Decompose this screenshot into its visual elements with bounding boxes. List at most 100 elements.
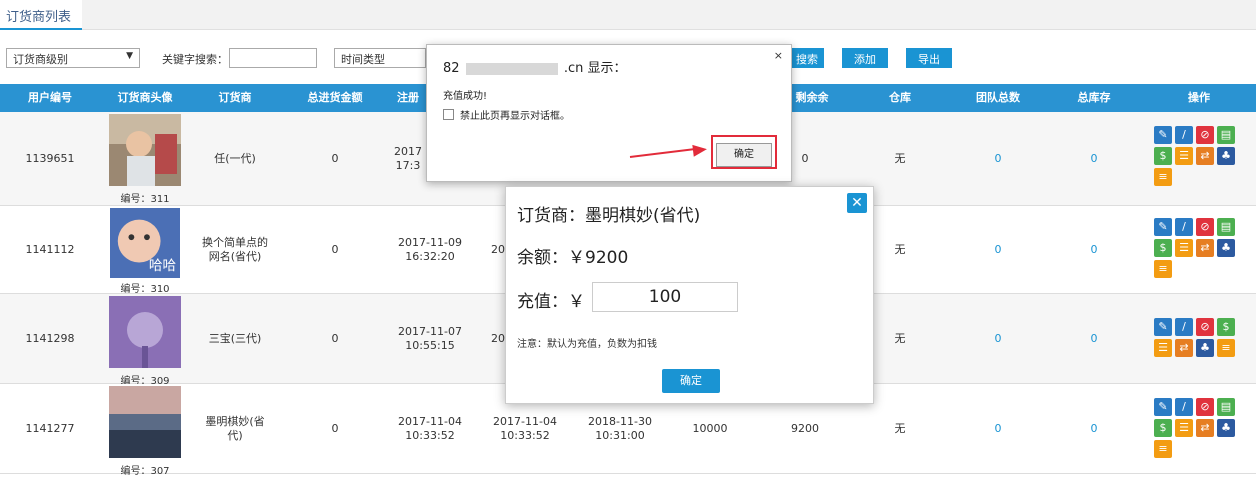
pencil-icon[interactable]: /	[1175, 398, 1193, 416]
checkbox-box[interactable]	[443, 109, 454, 120]
org-tree-icon[interactable]: ♣	[1217, 239, 1235, 257]
stock-total[interactable]: 0	[1046, 206, 1142, 294]
team-total[interactable]: 0	[950, 112, 1046, 206]
total-purchase: 0	[331, 152, 339, 166]
modal-title: 订货商：墨明棋妙(省代)	[517, 206, 701, 226]
money-icon[interactable]: $	[1154, 147, 1172, 165]
orderer-name: 换个简单点的网名(省代)	[202, 236, 268, 263]
stock-total[interactable]: 0	[1046, 294, 1142, 384]
balance-text: 余额：￥9200	[517, 248, 629, 268]
alert-origin-suffix: .cn 显示：	[563, 61, 627, 76]
money-icon[interactable]: $	[1154, 419, 1172, 437]
stock-total[interactable]: 0	[1046, 112, 1142, 206]
close-icon[interactable]: ×	[774, 49, 783, 62]
orderer-name: 任(一代)	[214, 152, 256, 166]
document-icon[interactable]: ▤	[1217, 126, 1235, 144]
tab-orderer-list[interactable]: 订货商列表	[0, 0, 82, 30]
header-total-purchase: 总进货金额	[307, 91, 363, 104]
org-tree-icon[interactable]: ♣	[1196, 339, 1214, 357]
orderer-name: 三宝(三代)	[208, 332, 262, 346]
add-button[interactable]: 添加	[842, 48, 888, 68]
pencil-icon[interactable]: /	[1175, 218, 1193, 236]
avatar	[109, 114, 181, 186]
edit-icon[interactable]: ✎	[1154, 218, 1172, 236]
avatar	[109, 296, 181, 368]
register-time: 2017 17:3	[390, 112, 426, 206]
tab-bar: 订货商列表	[0, 0, 1256, 30]
user-id: 1141298	[25, 332, 75, 346]
org-tree-icon[interactable]: ♣	[1217, 419, 1235, 437]
level-select-label: 订货商级别	[13, 53, 68, 66]
keyword-label: 关键字搜索：	[162, 53, 228, 66]
cell-partial: 20	[491, 332, 505, 346]
register-clock: 10:55:15	[405, 339, 455, 352]
avatar: 哈哈	[110, 208, 180, 278]
transfer-icon[interactable]: ⇄	[1196, 239, 1214, 257]
team-total[interactable]: 0	[950, 294, 1046, 384]
pencil-icon[interactable]: /	[1175, 126, 1193, 144]
alert-message: 充值成功!	[443, 91, 488, 102]
document-icon[interactable]: ▤	[1217, 218, 1235, 236]
team-total[interactable]: 0	[950, 206, 1046, 294]
total-purchase: 0	[331, 332, 339, 346]
avatar-number: 编号：310	[120, 284, 170, 295]
note-icon[interactable]: ≡	[1217, 339, 1235, 357]
ban-icon[interactable]: ⊘	[1196, 398, 1214, 416]
register-clock: 17:3	[395, 159, 421, 172]
edit-icon[interactable]: ✎	[1154, 126, 1172, 144]
keyword-input[interactable]	[229, 48, 317, 68]
recharge-note: 注意：默认为充值，负数为扣钱	[517, 339, 657, 350]
stock-total[interactable]: 0	[1046, 384, 1142, 474]
recharge-amount-input[interactable]: 100	[592, 282, 738, 312]
register-date: 2017-11-07	[398, 325, 462, 339]
header-orderer: 订货商	[218, 91, 252, 104]
header-team-total: 团队总数	[976, 91, 1020, 104]
edit-icon[interactable]: ✎	[1154, 398, 1172, 416]
note-icon[interactable]: ≡	[1154, 168, 1172, 186]
time-type-select-label: 时间类型	[341, 53, 385, 66]
transfer-icon[interactable]: ⇄	[1196, 147, 1214, 165]
alert-ok-button[interactable]: 确定	[716, 143, 772, 167]
list-icon[interactable]: ☰	[1154, 339, 1172, 357]
close-icon[interactable]: ✕	[847, 193, 867, 213]
list-icon[interactable]: ☰	[1175, 147, 1193, 165]
transfer-icon[interactable]: ⇄	[1175, 339, 1193, 357]
pencil-icon[interactable]: /	[1175, 318, 1193, 336]
register-date: 2017-11-09	[398, 236, 462, 250]
ban-icon[interactable]: ⊘	[1196, 126, 1214, 144]
document-icon[interactable]: ▤	[1217, 398, 1235, 416]
header-warehouse: 仓库	[889, 91, 911, 104]
avatar-number: 编号：307	[120, 466, 170, 477]
note-icon[interactable]: ≡	[1154, 260, 1172, 278]
search-button[interactable]: 搜索	[790, 48, 824, 68]
suppress-dialogs-checkbox[interactable]: 禁止此页再显示对话框。	[443, 107, 570, 122]
time-type-select[interactable]: 时间类型	[334, 48, 426, 68]
recharge-modal: 订货商：墨明棋妙(省代) ✕ 余额：￥9200 充值：￥ 100 注意：默认为充…	[505, 186, 874, 404]
total-purchase: 0	[331, 243, 339, 257]
header-actions: 操作	[1188, 91, 1210, 104]
list-icon[interactable]: ☰	[1175, 419, 1193, 437]
chevron-down-icon: ▼	[126, 51, 133, 61]
transfer-icon[interactable]: ⇄	[1196, 419, 1214, 437]
header-avatar: 订货商头像	[117, 91, 173, 104]
redacted-block	[465, 62, 558, 75]
ban-icon[interactable]: ⊘	[1196, 318, 1214, 336]
export-button[interactable]: 导出	[906, 48, 952, 68]
expire-clock: 10:31:00	[595, 429, 645, 442]
modal-ok-button[interactable]: 确定	[662, 369, 720, 393]
level-select[interactable]: 订货商级别 ▼	[6, 48, 140, 68]
ban-icon[interactable]: ⊘	[1196, 218, 1214, 236]
money-icon[interactable]: $	[1154, 239, 1172, 257]
money-icon[interactable]: $	[1217, 318, 1235, 336]
alert-origin-prefix: 82	[443, 61, 460, 76]
edit-icon[interactable]: ✎	[1154, 318, 1172, 336]
register-date: 2017-11-04	[398, 415, 462, 429]
team-total[interactable]: 0	[950, 384, 1046, 474]
start-clock: 10:33:52	[500, 429, 550, 442]
list-icon[interactable]: ☰	[1175, 239, 1193, 257]
register-date: 2017	[394, 145, 422, 159]
alert-title: 82 .cn 显示：	[443, 57, 626, 76]
org-tree-icon[interactable]: ♣	[1217, 147, 1235, 165]
note-icon[interactable]: ≡	[1154, 440, 1172, 458]
user-id: 1141277	[25, 422, 75, 436]
